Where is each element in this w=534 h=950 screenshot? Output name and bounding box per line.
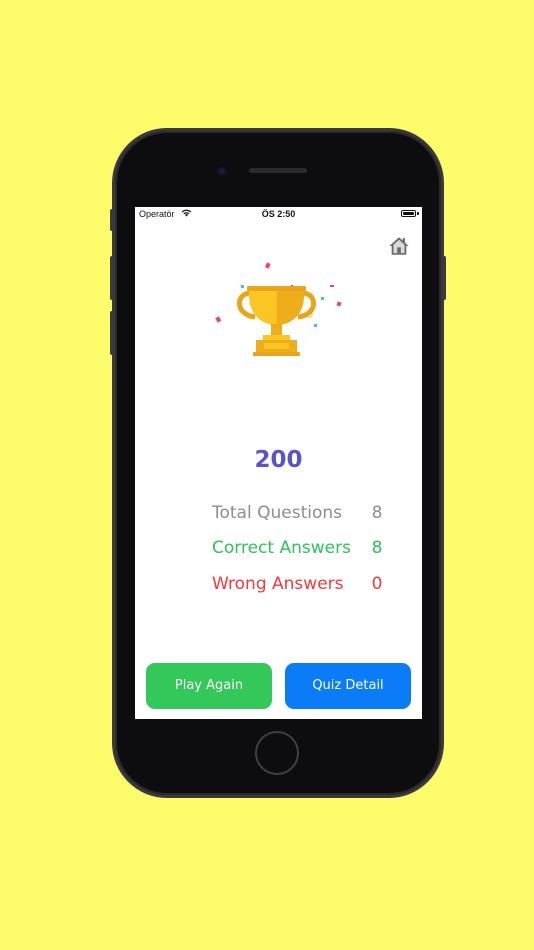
wrong-answers-value: 0: [371, 574, 383, 594]
status-bar: Operatör ÖS 2:50: [135, 207, 422, 223]
volume-down-button: [110, 311, 114, 355]
front-camera: [217, 166, 227, 176]
battery-icon: [401, 210, 416, 217]
earpiece-speaker: [249, 168, 307, 173]
correct-answers-label: Correct Answers: [212, 538, 351, 558]
battery-tip: [417, 212, 419, 215]
status-time: ÖS 2:50: [261, 209, 296, 219]
correct-answers-value: 8: [371, 538, 383, 558]
power-button: [442, 256, 446, 300]
score-value: 200: [254, 447, 303, 473]
stat-row-wrong-answers: Wrong Answers 0: [212, 574, 392, 598]
wrong-answers-label: Wrong Answers: [212, 574, 344, 594]
trophy-icon: [215, 262, 342, 356]
home-icon[interactable]: [388, 235, 410, 257]
quiz-detail-button[interactable]: Quiz Detail: [285, 663, 411, 709]
mute-switch: [110, 209, 114, 231]
device-home-button[interactable]: [255, 731, 299, 775]
total-questions-label: Total Questions: [212, 503, 342, 523]
stat-row-correct-answers: Correct Answers 8: [212, 538, 392, 562]
play-again-button[interactable]: Play Again: [146, 663, 272, 709]
phone-frame: Operatör ÖS 2:50 200 Total Questions 8 C…: [110, 131, 446, 795]
volume-up-button: [110, 256, 114, 300]
total-questions-value: 8: [371, 503, 383, 523]
app-screen: Operatör ÖS 2:50 200 Total Questions 8 C…: [135, 207, 422, 719]
stat-row-total-questions: Total Questions 8: [212, 503, 392, 527]
